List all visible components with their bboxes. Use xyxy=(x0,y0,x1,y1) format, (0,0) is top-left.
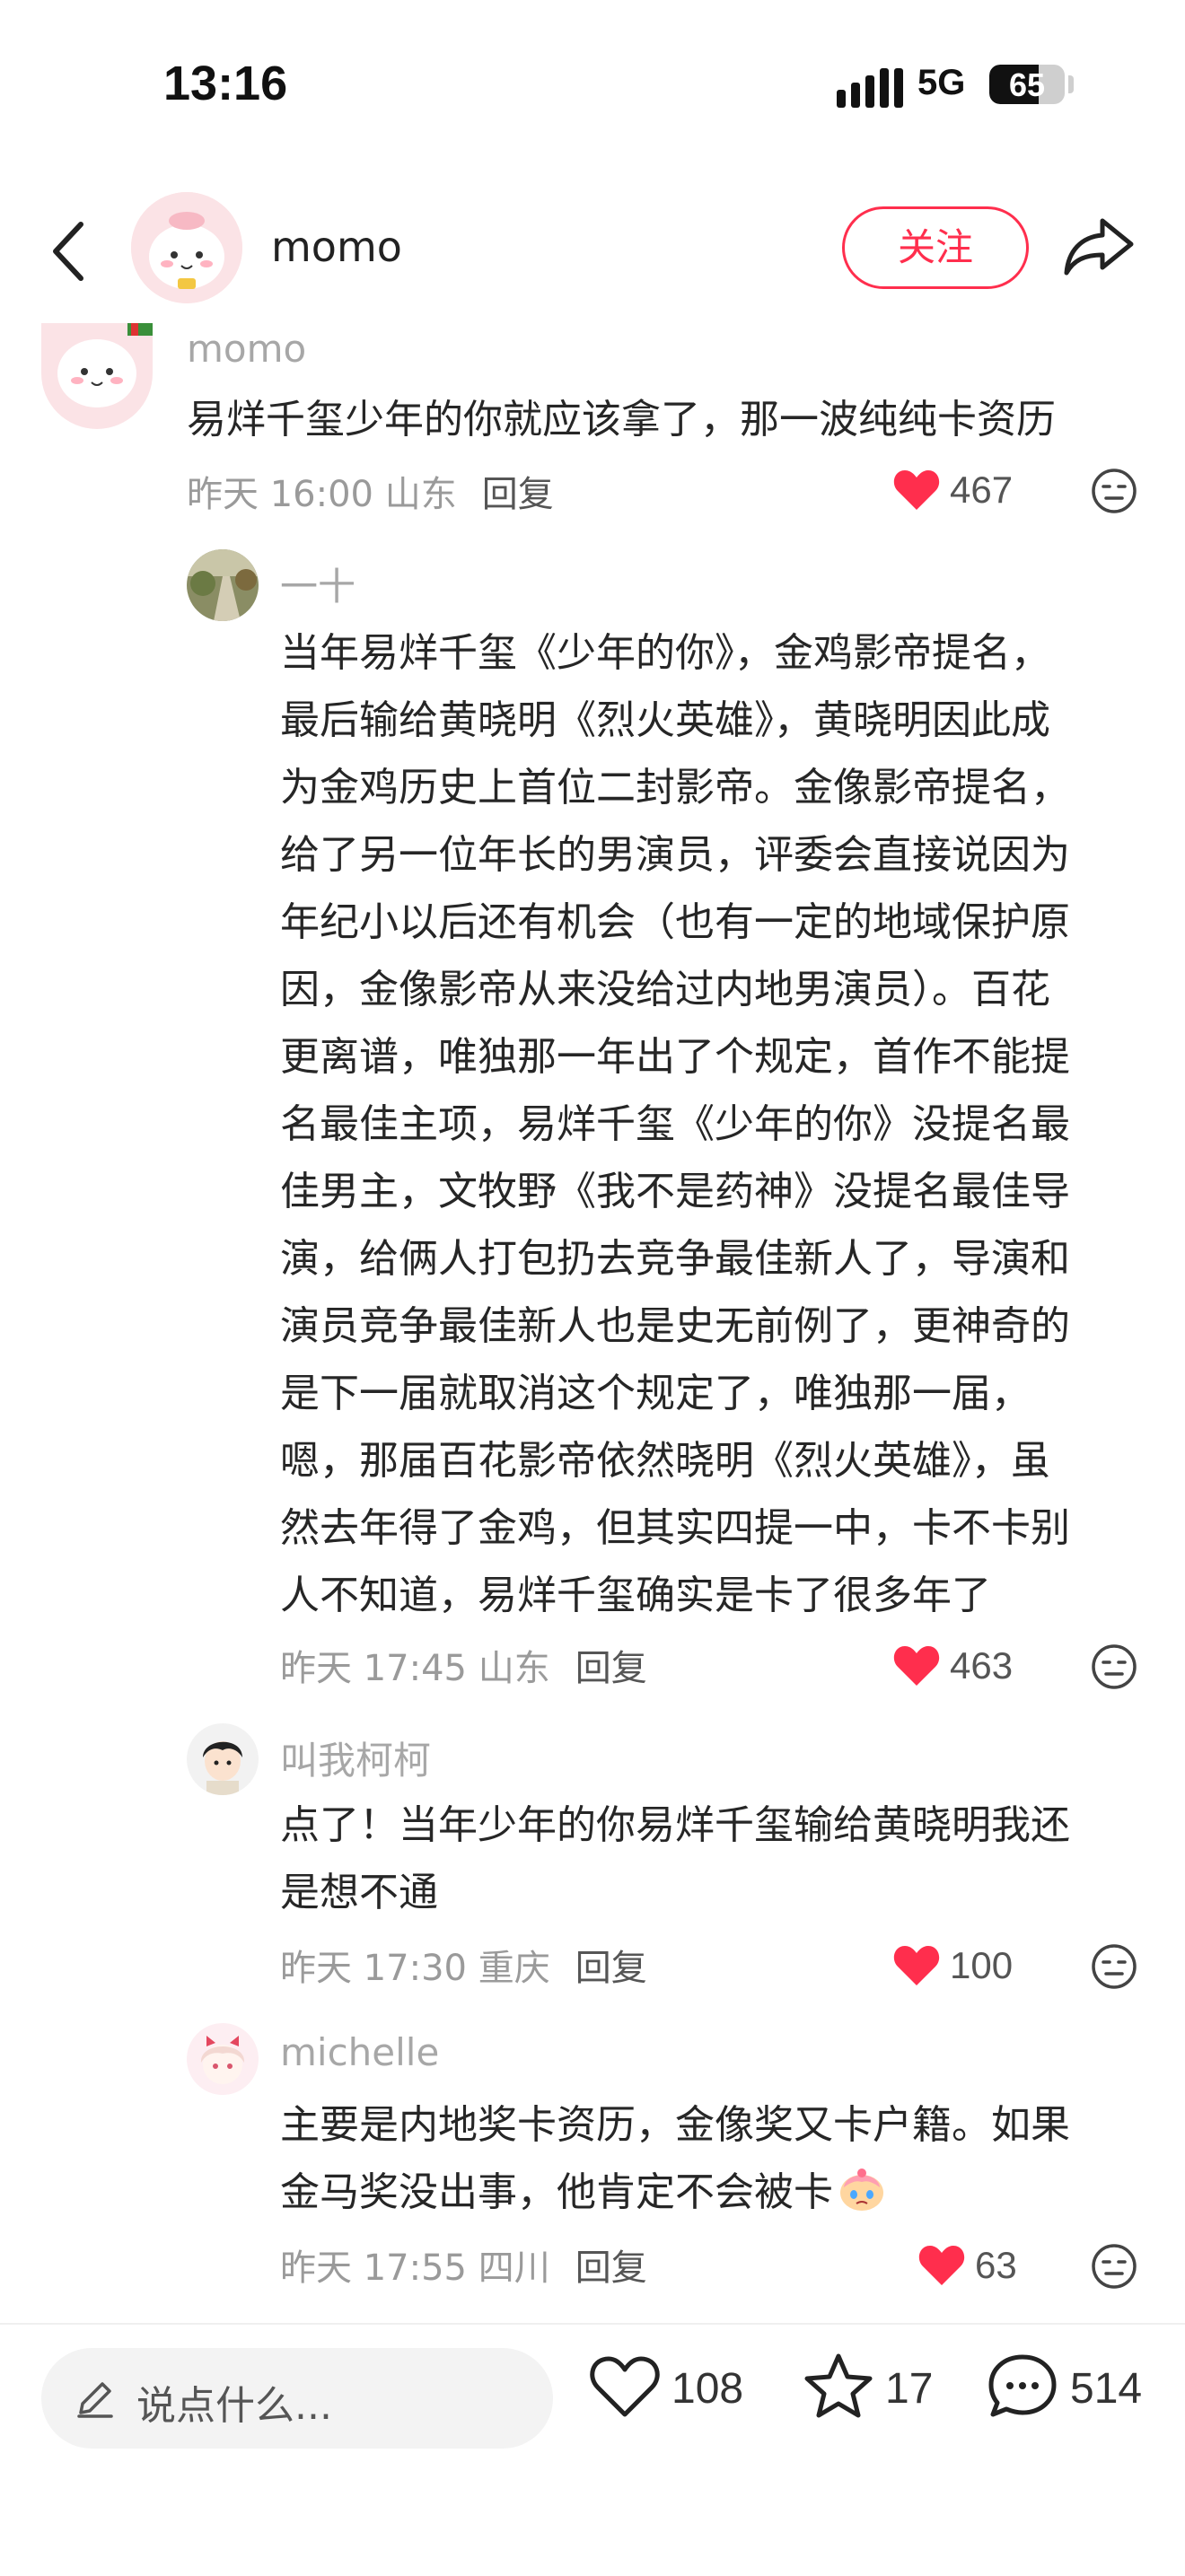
reply-button[interactable]: 回复 xyxy=(575,1648,647,1689)
anime-girl-avatar-icon xyxy=(187,2023,259,2095)
pink-bunny-avatar-icon xyxy=(41,323,153,429)
reply-button[interactable]: 回复 xyxy=(575,2247,647,2289)
dislike-face-icon[interactable] xyxy=(1090,2242,1138,2291)
comment-date: 昨天 16:00 山东 xyxy=(187,474,457,515)
battery-icon: 65 xyxy=(989,65,1065,104)
comment-text-line: 演，给俩人打包扔去竞争最佳新人了，导演和 xyxy=(280,1236,1070,1282)
post-favorite-count: 17 xyxy=(885,2365,934,2413)
heart-filled-icon xyxy=(918,2246,965,2285)
follow-button[interactable]: 关注 xyxy=(842,206,1029,289)
like-button[interactable]: 463 xyxy=(892,1639,1027,1693)
comment-date: 昨天 17:45 山东 xyxy=(280,1648,550,1689)
crying-emoji-icon xyxy=(840,2169,883,2211)
comment-text-line: 因，金像影帝从来没给过内地男演员）。百花 xyxy=(280,967,1050,1012)
comment-avatar[interactable] xyxy=(187,549,259,621)
comment-text-line-wrap: 金马奖没出事，他肯定不会被卡 xyxy=(280,2159,1070,2226)
comment-meta: 昨天 17:55 四川 回复 xyxy=(280,2239,647,2291)
pencil-icon xyxy=(77,2382,113,2418)
comment-text-line: 给了另一位年长的男演员，评委会直接说因为 xyxy=(280,832,1070,878)
comment-meta: 昨天 17:30 重庆 回复 xyxy=(280,1939,647,1991)
comment-bubble-icon xyxy=(988,2354,1057,2417)
comment-text-line: 佳男主，文牧野《我不是药神》没提名最佳导 xyxy=(280,1169,1070,1214)
comment-input[interactable]: 说点什么... xyxy=(41,2348,553,2449)
comment-username[interactable]: momo xyxy=(187,327,306,371)
author-avatar[interactable] xyxy=(131,192,242,303)
comment-text-line: 金马奖没出事，他肯定不会被卡 xyxy=(280,2169,833,2215)
comment-text: 主要是内地奖卡资历，金像奖又卡户籍。如果 金马奖没出事，他肯定不会被卡 xyxy=(280,2091,1070,2226)
comment-text-line: 当年易烊千玺《少年的你》，金鸡影帝提名， xyxy=(280,630,1050,676)
like-count: 63 xyxy=(975,2244,1017,2286)
comment-avatar[interactable] xyxy=(187,1723,259,1795)
status-time: 13:16 xyxy=(163,57,288,110)
post-favorite-button[interactable]: 17 xyxy=(803,2352,946,2423)
boy-avatar-icon xyxy=(187,1723,259,1795)
comment-text-line: 最后输给黄晓明《烈火英雄》，黄晓明因此成 xyxy=(280,697,1050,743)
back-arrow-icon[interactable] xyxy=(45,217,95,285)
battery-percent: 65 xyxy=(1008,66,1046,103)
comment-text-line: 演员竞争最佳新人也是史无前例了，更神奇的 xyxy=(280,1303,1070,1349)
post-comment-button[interactable]: 514 xyxy=(986,2352,1165,2423)
like-count: 100 xyxy=(950,1944,1014,1986)
battery-tip xyxy=(1068,75,1074,93)
comment-text-line: 年纪小以后还有机会（也有一定的地域保护原 xyxy=(280,899,1070,945)
comment-text-line: 然去年得了金鸡，但其实四提一中，卡不卡别 xyxy=(280,1505,1070,1551)
status-bar: 13:16 5G 65 xyxy=(0,0,1185,171)
comment-meta: 昨天 17:45 山东 回复 xyxy=(280,1639,647,1691)
comment-meta: 昨天 16:00 山东 回复 xyxy=(187,465,554,517)
comment-username[interactable]: 叫我柯柯 xyxy=(280,1730,431,1785)
dislike-face-icon[interactable] xyxy=(1090,1942,1138,1991)
comment-input-placeholder: 说点什么... xyxy=(136,2383,332,2429)
reply-button[interactable]: 回复 xyxy=(575,1948,647,1989)
comment-avatar[interactable] xyxy=(41,323,153,429)
like-button[interactable]: 467 xyxy=(892,463,1027,517)
dislike-face-icon[interactable] xyxy=(1090,1643,1138,1691)
comment-date: 昨天 17:30 重庆 xyxy=(280,1948,550,1989)
dislike-face-icon[interactable] xyxy=(1090,467,1138,515)
star-outline-icon xyxy=(804,2353,873,2418)
bottom-action-bar: 说点什么... 108 17 514 xyxy=(0,2323,1185,2576)
post-like-count: 108 xyxy=(672,2365,744,2413)
comment-avatar[interactable] xyxy=(187,2023,259,2095)
share-icon[interactable] xyxy=(1063,215,1135,278)
heart-filled-icon xyxy=(893,470,940,510)
like-button[interactable]: 100 xyxy=(892,1939,1027,1993)
comment-text-line: 名最佳主项，易烊千玺《少年的你》没提名最 xyxy=(280,1101,1070,1147)
comment-username[interactable]: michelle xyxy=(280,2030,439,2074)
comment-text-line: 是想不通 xyxy=(280,1870,438,1915)
network-type: 5G xyxy=(917,63,966,102)
comment-username[interactable]: 一十 xyxy=(280,556,356,611)
comment-text-line: 是下一届就取消这个规定了，唯独那一届， xyxy=(280,1371,1031,1416)
comment-text-line: 更离谱，唯独那一年出了个规定，首作不能提 xyxy=(280,1034,1070,1080)
comment-text-line: 人不知道，易烊千玺确实是卡了很多年了 xyxy=(280,1573,991,1618)
pink-bunny-avatar-icon xyxy=(131,192,242,303)
heart-filled-icon xyxy=(893,1646,940,1686)
comment-date: 昨天 17:55 四川 xyxy=(280,2247,550,2289)
comment-text: 易烊千玺少年的你就应该拿了，那一波纯纯卡资历 xyxy=(187,397,1056,442)
road-landscape-avatar-icon xyxy=(187,549,259,621)
comment-text-line: 为金鸡历史上首位二封影帝。金像影帝提名， xyxy=(280,765,1070,810)
post-comment-count: 514 xyxy=(1070,2365,1143,2413)
comment-text-line: 点了！当年少年的你易烊千玺输给黄晓明我还 xyxy=(280,1802,1070,1848)
comment-text-line: 嗯，那届百花影帝依然晓明《烈火英雄》，虽 xyxy=(280,1438,1050,1484)
comment-text: 点了！当年少年的你易烊千玺输给黄晓明我还 是想不通 xyxy=(280,1792,1070,1926)
signal-icon xyxy=(837,68,903,108)
comment-text: 当年易烊千玺《少年的你》，金鸡影帝提名， 最后输给黄晓明《烈火英雄》，黄晓明因此… xyxy=(280,619,1070,1629)
like-count: 467 xyxy=(950,469,1014,511)
comment-text-line: 主要是内地奖卡资历，金像奖又卡户籍。如果 xyxy=(280,2102,1070,2148)
post-like-button[interactable]: 108 xyxy=(589,2352,750,2423)
like-count: 463 xyxy=(950,1644,1014,1687)
reply-button[interactable]: 回复 xyxy=(482,474,554,515)
like-button[interactable]: 63 xyxy=(917,2239,1034,2292)
heart-outline-icon xyxy=(590,2356,660,2417)
author-name[interactable]: momo xyxy=(271,223,402,271)
heart-filled-icon xyxy=(893,1946,940,1985)
